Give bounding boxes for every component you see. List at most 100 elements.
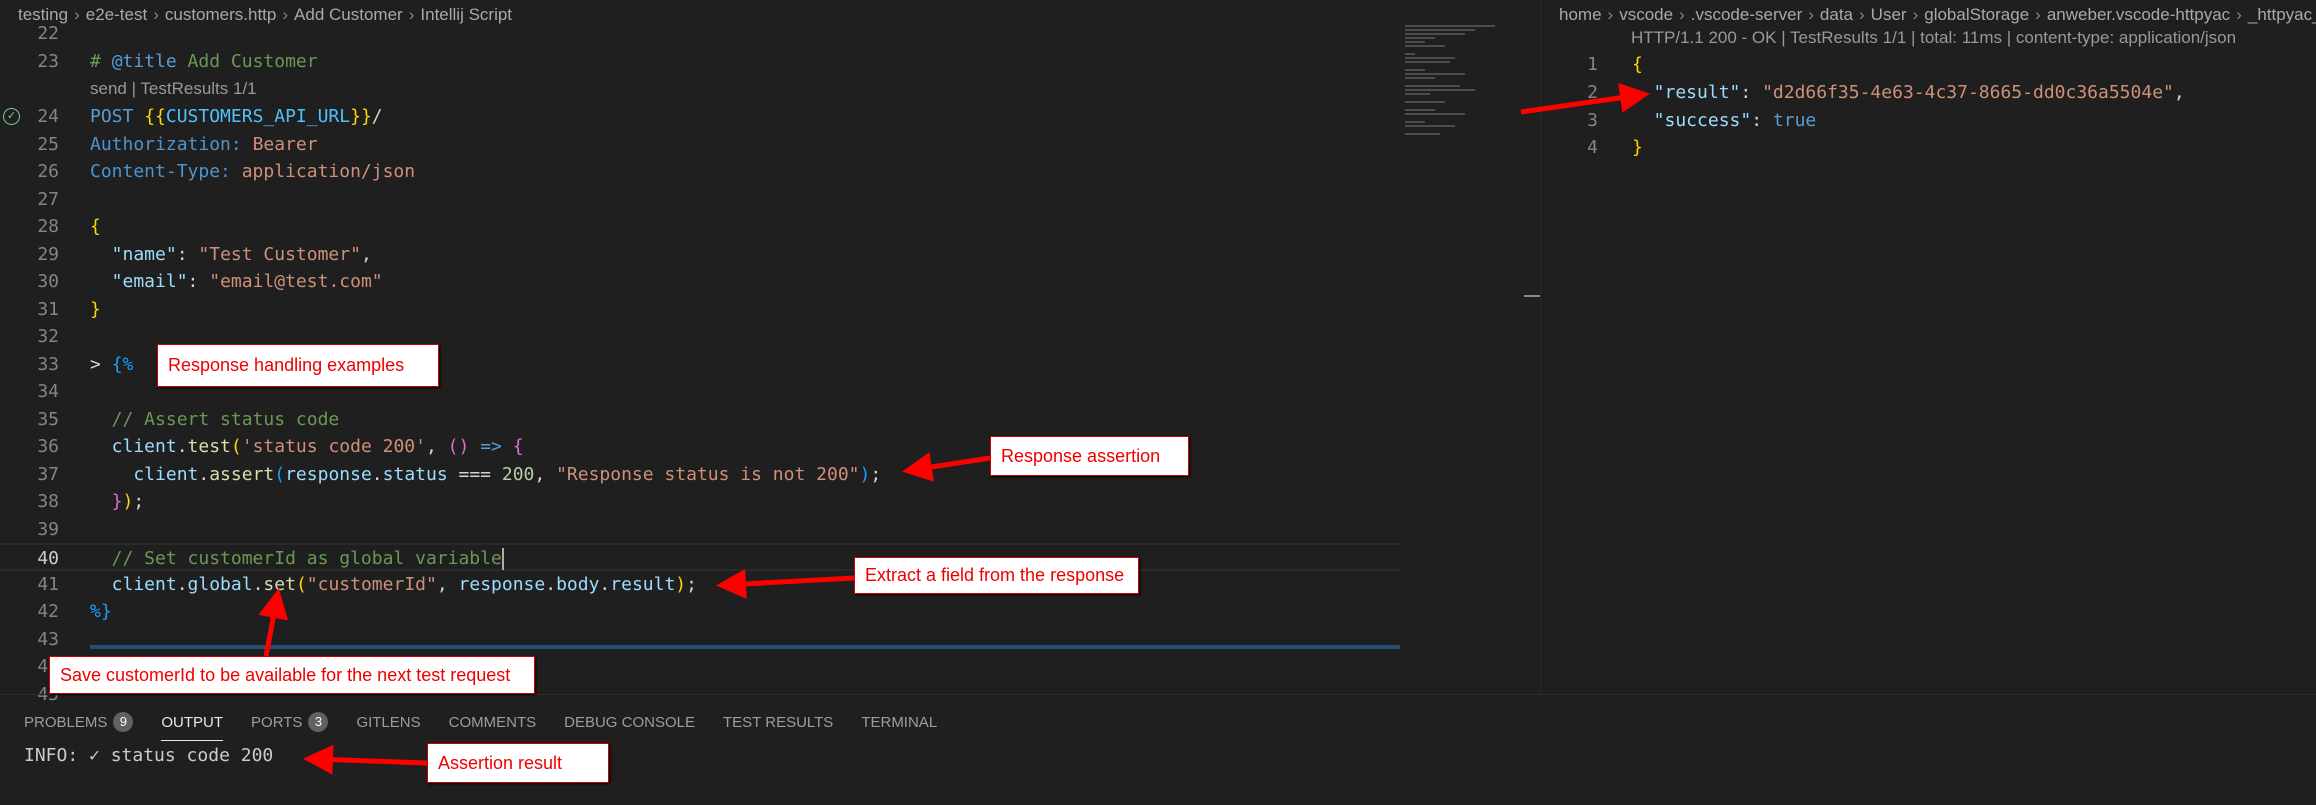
response-body[interactable]: 1{2 "result": "d2d66f35-4e63-4c37-8665-d… bbox=[1541, 51, 2316, 162]
line-content: // Assert status code bbox=[90, 406, 340, 434]
code-token: response bbox=[458, 573, 546, 595]
minimap-line bbox=[1405, 37, 1435, 39]
tab-debug-console[interactable]: DEBUG CONSOLE bbox=[564, 709, 695, 735]
code-token: : bbox=[187, 271, 210, 292]
line-content: "name": "Test Customer", bbox=[90, 241, 372, 269]
code-token: "result" bbox=[1632, 81, 1741, 103]
minimap[interactable] bbox=[1405, 25, 1525, 185]
line-number: 27 bbox=[37, 188, 59, 210]
line-content: Authorization: Bearer bbox=[90, 131, 318, 159]
code-token: ( bbox=[274, 463, 286, 485]
minimap-line bbox=[1405, 89, 1475, 91]
code-token: : bbox=[1751, 109, 1773, 131]
tab-output[interactable]: OUTPUT bbox=[161, 709, 224, 741]
minimap-line bbox=[1405, 69, 1425, 71]
code-token: , bbox=[425, 436, 448, 457]
code-token: } bbox=[90, 298, 101, 320]
code-token: { bbox=[512, 436, 524, 457]
code-line[interactable]: 39 bbox=[0, 516, 1400, 544]
code-line[interactable]: 42%} bbox=[0, 598, 1400, 626]
code-line[interactable]: 37 client.assert(response.status === 200… bbox=[0, 461, 1400, 489]
code-token: Bearer bbox=[252, 133, 318, 155]
code-line[interactable]: 28 { bbox=[0, 213, 1400, 241]
code-token: / bbox=[371, 106, 383, 127]
breadcrumb-item[interactable]: data bbox=[1820, 5, 1853, 25]
line-number: 28 bbox=[37, 216, 59, 237]
code-line[interactable]: 35 // Assert status code bbox=[0, 406, 1400, 434]
line-number: 41 bbox=[37, 573, 59, 595]
scrollbar[interactable] bbox=[1524, 295, 1540, 297]
code-token: Authorization: bbox=[90, 133, 253, 155]
code-token: POST bbox=[90, 106, 145, 127]
code-token: body bbox=[556, 573, 600, 595]
code-line[interactable]: 30 "email": "email@test.com" bbox=[0, 268, 1400, 296]
code-line[interactable]: 31} bbox=[0, 296, 1400, 324]
tab-gitlens[interactable]: GITLENS bbox=[356, 709, 420, 735]
line-content: } bbox=[90, 296, 101, 324]
breadcrumb-item[interactable]: _httpyac_ bbox=[2248, 5, 2316, 25]
line-number: 43 bbox=[37, 628, 59, 650]
panel-tabs: PROBLEMS 9 OUTPUT PORTS 3 GITLENS COMMENTS DEBU… bbox=[24, 709, 937, 741]
code-token: "success" bbox=[1632, 109, 1752, 131]
code-line[interactable]: 1{ bbox=[1541, 51, 2316, 79]
line-number: 38 bbox=[37, 491, 59, 512]
line-content: } bbox=[1632, 134, 1643, 162]
tab-label: DEBUG CONSOLE bbox=[564, 713, 695, 731]
code-line[interactable]: 41 client.global.set("customerId", respo… bbox=[0, 571, 1400, 599]
code-line[interactable]: 40 // Set customerId as global variable bbox=[0, 543, 1400, 571]
code-token: assert bbox=[209, 463, 275, 485]
code-token: Add Customer bbox=[176, 50, 318, 72]
line-number: 36 bbox=[37, 436, 59, 457]
tab-problems[interactable]: PROBLEMS 9 bbox=[24, 709, 134, 735]
code-token: ; bbox=[133, 491, 145, 512]
request-separator bbox=[90, 645, 1400, 649]
code-line[interactable]: 4} bbox=[1541, 134, 2316, 162]
tab-label: COMMENTS bbox=[448, 713, 537, 731]
line-number: 29 bbox=[37, 243, 59, 265]
line-content: client.global.set("customerId", response… bbox=[90, 571, 697, 599]
chevron-right-icon: › bbox=[1808, 5, 1814, 24]
line-number: 4 bbox=[1587, 137, 1598, 159]
response-pane[interactable]: home › vscode › .vscode-server › data › User › glo… bbox=[1541, 0, 2316, 694]
breadcrumb-item[interactable]: .vscode-server bbox=[1691, 5, 1802, 25]
tab-test-results[interactable]: TEST RESULTS bbox=[723, 709, 833, 735]
minimap-line bbox=[1405, 41, 1425, 43]
code-line[interactable]: 36 client.test('status code 200', () => … bbox=[0, 433, 1400, 461]
code-token: ) bbox=[675, 573, 687, 595]
code-line[interactable]: 27 bbox=[0, 186, 1400, 214]
code-token: ; bbox=[686, 573, 697, 595]
response-breadcrumb[interactable]: home › vscode › .vscode-server › data › User › glo… bbox=[1559, 0, 2316, 30]
breadcrumb-item[interactable]: User bbox=[1871, 5, 1907, 25]
line-content: > {% bbox=[90, 351, 133, 379]
code-line[interactable]: 2 "result": "d2d66f35-4e63-4c37-8665-dd0… bbox=[1541, 79, 2316, 107]
code-line[interactable]: 29 "name": "Test Customer", bbox=[0, 241, 1400, 269]
line-number: 3 bbox=[1587, 109, 1598, 131]
code-line[interactable]: 38 }); bbox=[0, 488, 1400, 516]
code-token: "name" bbox=[90, 243, 177, 265]
tab-label: PORTS bbox=[251, 713, 303, 731]
breadcrumb-item[interactable]: anweber.vscode-httpyac bbox=[2047, 5, 2230, 25]
line-content: client.assert(response.status === 200, "… bbox=[90, 461, 881, 489]
code-token: , bbox=[436, 573, 459, 595]
chevron-right-icon: › bbox=[2236, 5, 2242, 24]
tab-label: OUTPUT bbox=[161, 713, 224, 731]
code-line[interactable]: 23 # @title Add Customer bbox=[0, 48, 1400, 76]
code-token: true bbox=[1772, 109, 1817, 131]
minimap-line bbox=[1405, 133, 1440, 135]
code-line[interactable]: 25 Authorization: Bearer bbox=[0, 131, 1400, 159]
code-line[interactable]: ✓ 24 POST {{CUSTOMERS_API_URL}}/ bbox=[0, 103, 1400, 131]
tab-terminal[interactable]: TERMINAL bbox=[861, 709, 937, 735]
breadcrumb-item[interactable]: vscode bbox=[1619, 5, 1673, 25]
tab-comments[interactable]: COMMENTS bbox=[449, 709, 537, 735]
code-line[interactable]: 26 Content-Type: application/json bbox=[0, 158, 1400, 186]
code-line[interactable]: 22 bbox=[0, 20, 1400, 48]
code-token: client bbox=[90, 436, 177, 457]
breadcrumb-item[interactable]: globalStorage bbox=[1924, 5, 2029, 25]
codelens[interactable]: send | TestResults 1/1 bbox=[0, 75, 1400, 103]
tab-ports[interactable]: PORTS 3 bbox=[251, 709, 329, 735]
breadcrumb-item[interactable]: home bbox=[1559, 5, 1602, 25]
code-token: test bbox=[187, 436, 231, 457]
code-token: } bbox=[1632, 137, 1643, 159]
code-line[interactable]: 3 "success": true bbox=[1541, 107, 2316, 135]
output-text: INFO: ✓ status code 200 bbox=[24, 745, 274, 766]
